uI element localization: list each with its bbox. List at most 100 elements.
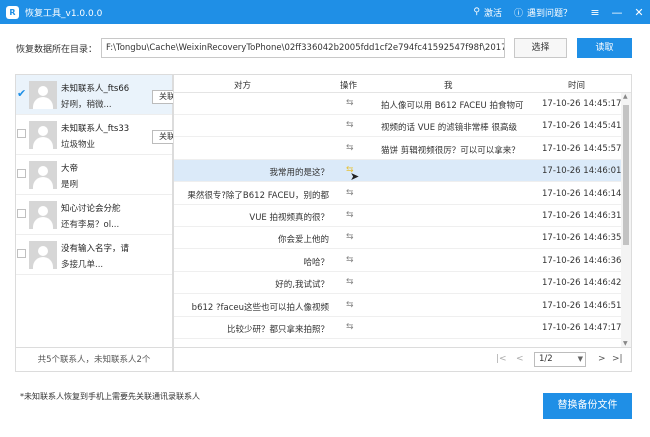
message-other-text: 我常用的是这？ bbox=[269, 168, 329, 179]
contact-name: 知心讨论会分舵 bbox=[61, 204, 121, 214]
table-row[interactable]: 果然很专?除了B612 FACEU，别的都 ⇆ 17-10-26 14:46:14 bbox=[174, 183, 621, 205]
contact-name: 未知联系人_fts66 bbox=[61, 84, 130, 94]
footer-note: *未知联系人恢复到手机上需要先关联通讯录联系人 bbox=[20, 392, 200, 401]
table-row[interactable]: ⇆ 视频的话 VUE 的滤镜非常棒 很高级 17-10-26 14:45:41 bbox=[174, 115, 621, 138]
message-my-text: 视频的话 VUE 的滤镜非常棒 很高级 bbox=[381, 123, 518, 134]
contact-checkbox[interactable] bbox=[17, 209, 26, 218]
contact-name: 未知联系人_fts33 bbox=[61, 124, 130, 134]
swap-icon[interactable]: ⇆ bbox=[346, 300, 354, 310]
choose-button[interactable]: 选择 bbox=[514, 38, 567, 58]
page-select[interactable]: 1/2 ▼ bbox=[534, 352, 586, 367]
message-other-text: VUE 拍视频真的很？ bbox=[249, 213, 329, 223]
message-my-text: 拍人像可以用 B612 FACEU 拍食物可 bbox=[381, 101, 524, 111]
path-input[interactable]: F:\Tongbu\Cache\WeixinRecoveryToPhone\02… bbox=[101, 38, 505, 58]
header-other: 对方 bbox=[234, 81, 252, 91]
message-other-text: b612 ?faceu这些也可以拍人像视频 bbox=[191, 302, 329, 313]
contact-name: 大帝 bbox=[61, 164, 79, 174]
contact-item[interactable]: 未知联系人_fts33 垃圾物业 关联 bbox=[16, 115, 182, 155]
mouse-cursor-icon: ➤ bbox=[350, 170, 360, 183]
table-row[interactable]: 好的,我试试？ ⇆ 17-10-26 14:46:42 bbox=[174, 272, 622, 295]
swap-icon[interactable]: ⇆ bbox=[346, 322, 354, 332]
contact-item[interactable]: 大帝 是咧 bbox=[16, 155, 172, 195]
header-time: 时间 bbox=[568, 81, 586, 91]
table-row[interactable]: b612 ?faceu这些也可以拍人像视频 ⇆ 17-10-26 14:46:51 bbox=[174, 295, 621, 317]
table-row[interactable]: 哈哈？ ⇆ 17-10-26 14:46:36 bbox=[174, 250, 621, 272]
message-time: 17-10-26 14:46:42 bbox=[542, 278, 622, 289]
help-label: 遇到问题？ bbox=[526, 8, 572, 19]
message-other-text: 果然很专?除了B612 FACEU，别的都 bbox=[187, 190, 329, 201]
header-me: 我 bbox=[444, 81, 453, 91]
window-title: 恢复工具_v1.0.0.0 bbox=[25, 8, 103, 19]
contact-checkbox[interactable] bbox=[17, 169, 26, 178]
message-time: 17-10-26 14:46:35 bbox=[542, 233, 622, 244]
message-my-text: 猫饼 剪辑视频很厉？可以可以拿来？ bbox=[381, 145, 520, 156]
message-other-text: 比较少研？都只拿来拍照？ bbox=[226, 325, 329, 335]
menu-icon[interactable]: ≡ bbox=[584, 6, 606, 19]
swap-icon[interactable]: ⇆ bbox=[346, 120, 354, 130]
minimize-icon[interactable]: — bbox=[606, 6, 628, 19]
scroll-up-icon[interactable]: ▲ bbox=[623, 93, 628, 100]
avatar bbox=[29, 121, 57, 149]
contact-list: ✔ 未知联系人_fts66 好咧，稍微... 关联 未知联系人_fts33 垃圾… bbox=[15, 74, 182, 372]
close-icon[interactable]: ✕ bbox=[628, 6, 650, 19]
table-row[interactable]: 你会爱上他的 ⇆ 17-10-26 14:46:35 bbox=[174, 227, 622, 250]
activate-link[interactable]: ⚲ 激活 bbox=[473, 6, 502, 19]
next-page-icon[interactable]: > bbox=[598, 354, 606, 364]
contact-preview: 是咧 bbox=[61, 180, 79, 190]
contact-preview: 多接几单... bbox=[61, 260, 104, 270]
swap-icon[interactable]: ⇆ bbox=[346, 98, 354, 108]
message-time: 17-10-26 14:46:14 bbox=[542, 188, 622, 199]
scroll-down-icon[interactable]: ▼ bbox=[623, 340, 628, 347]
swap-icon[interactable]: ⇆ bbox=[346, 255, 354, 265]
contact-item[interactable]: 没有输入名字，请 多接几单... bbox=[16, 235, 172, 275]
contact-checkbox[interactable]: ✔ bbox=[17, 88, 26, 99]
contact-checkbox[interactable] bbox=[17, 249, 26, 258]
swap-icon[interactable]: ⇆ bbox=[346, 277, 354, 287]
scrollbar[interactable]: ▲ ▼ bbox=[621, 93, 631, 347]
message-time: 17-10-26 14:47:17 bbox=[542, 323, 622, 333]
contact-checkbox[interactable] bbox=[17, 129, 26, 138]
title-bar: R 恢复工具_v1.0.0.0 ⚲ 激活 ⓘ 遇到问题？ ≡ — ✕ bbox=[0, 0, 650, 24]
swap-icon[interactable]: ⇆ bbox=[346, 232, 354, 242]
last-page-icon[interactable]: >| bbox=[612, 354, 623, 364]
contact-preview: 还有李易？ol... bbox=[61, 220, 120, 230]
message-time: 17-10-26 14:46:51 bbox=[542, 300, 622, 311]
pagination: |< < 1/2 ▼ > >| bbox=[174, 347, 631, 371]
pin-icon: ⚲ bbox=[473, 7, 480, 17]
table-row[interactable]: 我常用的是这？ ⇆ 17-10-26 14:46:01 bbox=[174, 160, 622, 183]
contact-preview: 垃圾物业 bbox=[61, 140, 96, 150]
table-row[interactable]: 比较少研？都只拿来拍照？ ⇆ 17-10-26 14:47:17 bbox=[174, 317, 621, 339]
message-time: 17-10-26 14:46:01 bbox=[542, 166, 622, 177]
message-time: 17-10-26 14:45:57 bbox=[542, 143, 622, 154]
message-other-text: 好的,我试试？ bbox=[275, 280, 329, 291]
contact-name: 没有输入名字，请 bbox=[61, 244, 130, 254]
activate-label: 激活 bbox=[483, 8, 502, 19]
contact-item[interactable]: ✔ 未知联系人_fts66 好咧，稍微... 关联 bbox=[16, 75, 182, 115]
swap-icon[interactable]: ⇆ bbox=[346, 210, 354, 220]
read-button[interactable]: 读取 bbox=[577, 38, 632, 58]
message-time: 17-10-26 14:46:36 bbox=[542, 255, 622, 266]
prev-page-icon[interactable]: < bbox=[516, 354, 524, 364]
page-select-value: 1/2 bbox=[539, 354, 553, 364]
header-action: 操作 bbox=[340, 81, 358, 91]
scrollbar-thumb[interactable] bbox=[623, 105, 629, 245]
table-row[interactable]: ⇆ 拍人像可以用 B612 FACEU 拍食物可 17-10-26 14:45:17 bbox=[174, 93, 621, 115]
help-icon: ⓘ bbox=[513, 8, 523, 19]
swap-icon[interactable]: ⇆ bbox=[346, 143, 354, 153]
swap-icon[interactable]: ⇆ bbox=[346, 188, 354, 198]
replace-backup-button[interactable]: 替换备份文件 bbox=[543, 393, 632, 419]
path-label: 恢复数据所在目录： bbox=[16, 45, 98, 55]
avatar bbox=[29, 201, 57, 229]
path-bar: 恢复数据所在目录： F:\Tongbu\Cache\WeixinRecovery… bbox=[0, 24, 650, 74]
first-page-icon[interactable]: |< bbox=[496, 354, 507, 364]
contact-summary: 共5个联系人，未知联系人2个 bbox=[16, 347, 172, 371]
chevron-down-icon: ▼ bbox=[577, 355, 583, 363]
help-link[interactable]: ⓘ 遇到问题？ bbox=[514, 6, 572, 19]
avatar bbox=[29, 81, 57, 109]
contact-item[interactable]: 知心讨论会分舵 还有李易？ol... bbox=[16, 195, 172, 235]
message-table: 对方 操作 我 时间 ⇆ 拍人像可以用 B612 FACEU 拍食物可 17-10-… bbox=[173, 74, 632, 372]
table-row[interactable]: ⇆ 猫饼 剪辑视频很厉？可以可以拿来？ 17-10-26 14:45:57 bbox=[174, 138, 621, 160]
message-other-text: 你会爱上他的 bbox=[277, 235, 329, 246]
table-row[interactable]: VUE 拍视频真的很？ ⇆ 17-10-26 14:46:31 bbox=[174, 205, 621, 227]
message-time: 17-10-26 14:46:31 bbox=[542, 211, 622, 221]
